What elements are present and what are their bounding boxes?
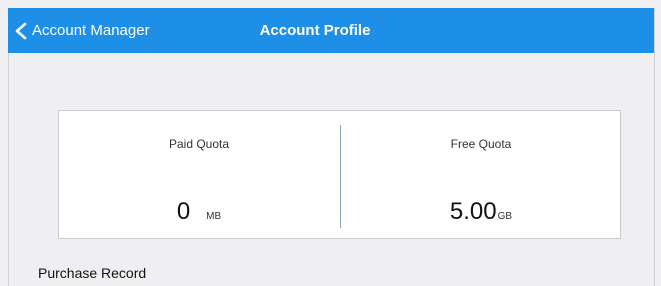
paid-quota-value: 0 MB xyxy=(59,198,339,226)
free-quota-unit: GB xyxy=(497,211,513,222)
free-quota-number: 5.00 xyxy=(449,198,497,225)
chevron-left-icon xyxy=(14,22,28,40)
paid-quota-number: 0 xyxy=(176,198,191,225)
free-quota-label: Free Quota xyxy=(450,137,512,151)
quota-card: Paid Quota 0 MB Free Quota 5.00 GB xyxy=(58,110,621,239)
paid-quota-label: Paid Quota xyxy=(168,137,230,151)
paid-quota-panel: Paid Quota 0 MB xyxy=(59,111,339,238)
paid-quota-unit: MB xyxy=(206,211,222,222)
navigation-bar: Account Manager Account Profile xyxy=(8,8,654,53)
free-quota-panel: Free Quota 5.00 GB xyxy=(341,111,621,238)
purchase-record-heading: Purchase Record xyxy=(38,265,147,281)
back-button-label: Account Manager xyxy=(32,22,150,39)
back-button[interactable]: Account Manager xyxy=(14,8,150,53)
free-quota-value: 5.00 GB xyxy=(341,198,621,226)
